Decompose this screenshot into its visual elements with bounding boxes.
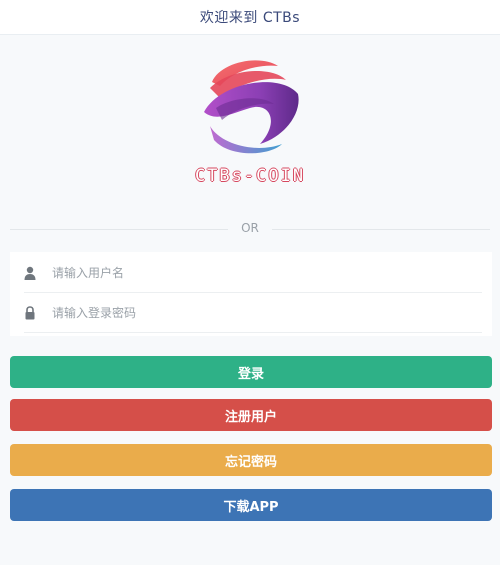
login-form [10,252,492,336]
user-icon [24,266,36,280]
register-button[interactable]: 注册用户 [10,399,492,431]
login-button[interactable]: 登录 [10,356,492,388]
divider-text: OR [241,221,259,235]
page-title: 欢迎来到 CTBs [199,10,301,26]
download-app-button[interactable]: 下载APP [10,489,492,521]
password-input[interactable] [50,305,434,321]
forgot-password-button[interactable]: 忘记密码 [10,444,492,476]
logo-text: CTBs-COIN [194,166,306,186]
username-input[interactable] [50,265,434,281]
app-header: 欢迎来到 CTBs [0,0,500,35]
divider-line-right [272,229,490,230]
or-divider: OR [0,221,500,237]
password-field [24,294,482,333]
username-field [24,254,482,293]
logo-globe-icon [204,60,299,154]
lock-icon [25,306,35,320]
